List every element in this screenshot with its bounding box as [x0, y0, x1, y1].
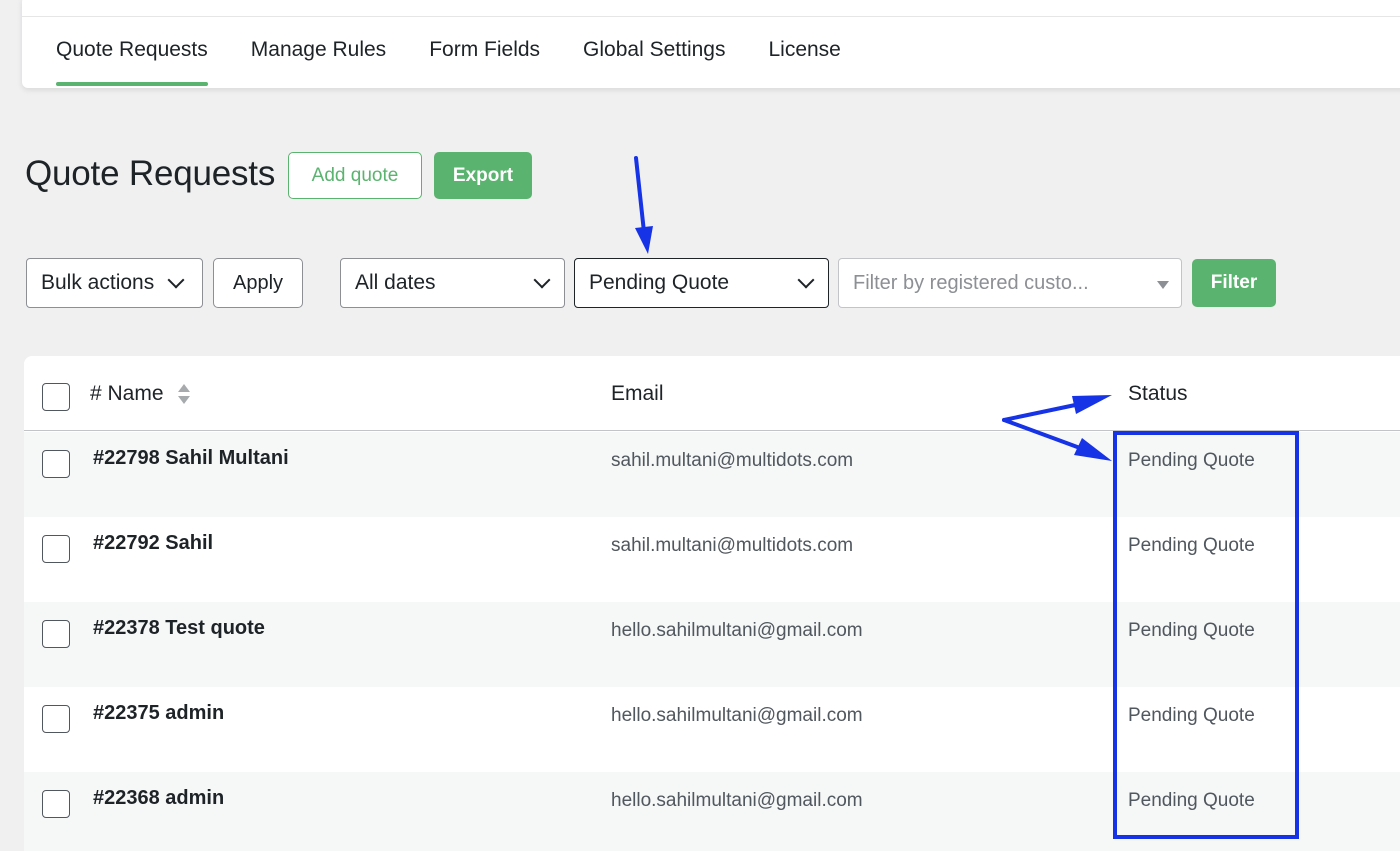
sort-icon[interactable] [178, 382, 190, 406]
table-row: #22378 Test quote hello.sahilmultani@gma… [24, 602, 1400, 687]
row-checkbox[interactable] [42, 790, 70, 818]
quote-email: sahil.multani@multidots.com [611, 535, 854, 556]
quote-email: sahil.multani@multidots.com [611, 450, 854, 471]
quote-email: hello.sahilmultani@gmail.com [611, 705, 863, 726]
tab-license[interactable]: License [768, 38, 840, 86]
quote-email: hello.sahilmultani@gmail.com [611, 620, 863, 641]
customer-filter-placeholder: Filter by registered custo... [853, 271, 1089, 294]
select-all-checkbox[interactable] [42, 383, 70, 411]
quote-status: Pending Quote [1128, 535, 1255, 556]
customer-filter-select[interactable]: Filter by registered custo... [838, 258, 1182, 308]
bulk-actions-label: Bulk actions [41, 271, 155, 294]
status-select-label: Pending Quote [589, 271, 730, 294]
table-row: #22368 admin hello.sahilmultani@gmail.co… [24, 772, 1400, 851]
quote-status: Pending Quote [1128, 620, 1255, 641]
quote-status: Pending Quote [1128, 450, 1255, 471]
table-row: #22375 admin hello.sahilmultani@gmail.co… [24, 687, 1400, 772]
tab-form-fields[interactable]: Form Fields [429, 38, 540, 86]
nav-divider [22, 16, 1400, 17]
quote-name-link[interactable]: #22792 Sahil [93, 532, 213, 555]
column-status-header: Status [1128, 382, 1188, 405]
dates-label: All dates [355, 271, 436, 294]
chevron-down-icon [167, 271, 185, 289]
filter-button[interactable]: Filter [1192, 259, 1276, 307]
quote-name-link[interactable]: #22798 Sahil Multani [93, 447, 289, 470]
row-checkbox[interactable] [42, 705, 70, 733]
row-checkbox[interactable] [42, 535, 70, 563]
nav-tabs: Quote Requests Manage Rules Form Fields … [56, 38, 884, 86]
apply-button[interactable]: Apply [213, 258, 303, 308]
chevron-down-icon [797, 271, 815, 289]
annotation-arrow-dropdown [634, 156, 653, 254]
chevron-down-icon [533, 271, 551, 289]
table-row: #22792 Sahil sahil.multani@multidots.com… [24, 517, 1400, 602]
quote-email: hello.sahilmultani@gmail.com [611, 790, 863, 811]
dates-select[interactable]: All dates [340, 258, 565, 308]
triangle-down-icon [1157, 281, 1169, 289]
table-row: #22798 Sahil Multani sahil.multani@multi… [24, 432, 1400, 517]
status-select[interactable]: Pending Quote [574, 258, 829, 308]
column-name-header[interactable]: # Name [90, 382, 164, 406]
quotes-table: # Name Email Status #22798 Sahil Multani… [24, 356, 1400, 851]
add-quote-button[interactable]: Add quote [288, 152, 422, 199]
quote-status: Pending Quote [1128, 790, 1255, 811]
tab-global-settings[interactable]: Global Settings [583, 38, 725, 86]
quote-name-link[interactable]: #22375 admin [93, 702, 224, 725]
row-checkbox[interactable] [42, 620, 70, 648]
quote-status: Pending Quote [1128, 705, 1255, 726]
table-header: # Name Email Status [24, 356, 1400, 431]
quote-name-link[interactable]: #22368 admin [93, 787, 224, 810]
row-checkbox[interactable] [42, 450, 70, 478]
page-title: Quote Requests [25, 154, 276, 193]
bulk-actions-select[interactable]: Bulk actions [26, 258, 203, 308]
tab-quote-requests[interactable]: Quote Requests [56, 38, 208, 86]
quote-name-link[interactable]: #22378 Test quote [93, 617, 265, 640]
export-button[interactable]: Export [434, 152, 532, 199]
tab-manage-rules[interactable]: Manage Rules [251, 38, 386, 86]
column-email-header: Email [611, 382, 664, 405]
